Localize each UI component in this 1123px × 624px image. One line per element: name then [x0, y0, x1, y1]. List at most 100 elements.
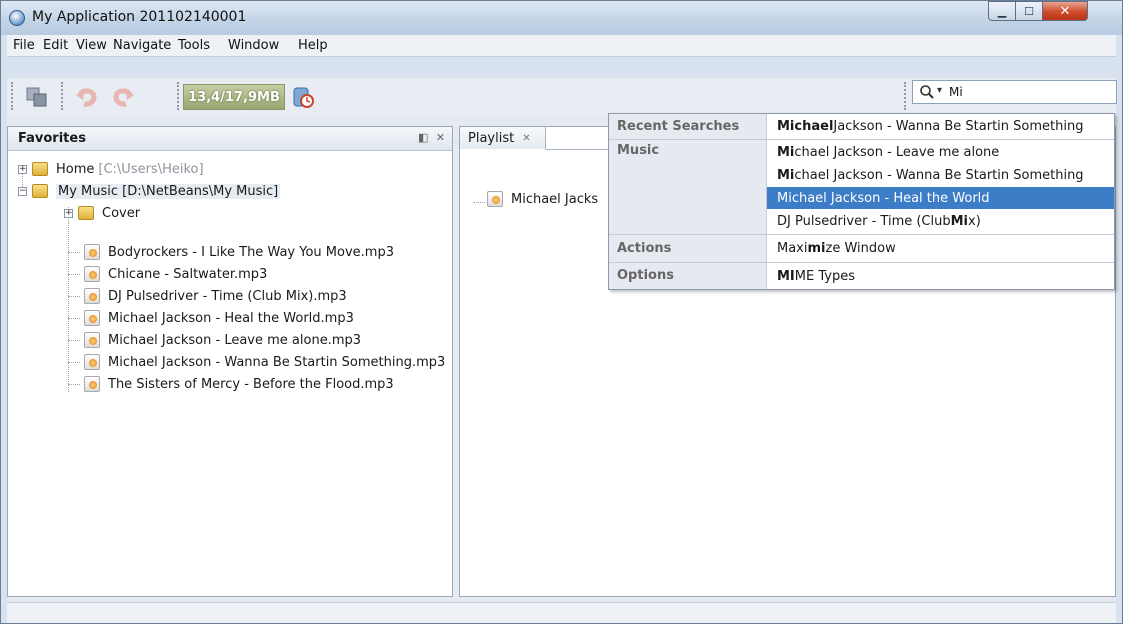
audio-file-icon: [84, 244, 100, 260]
result-text: Maxi: [777, 240, 808, 256]
toolbar-grip[interactable]: [177, 82, 182, 110]
collapse-toggle[interactable]: −: [18, 187, 27, 196]
match-text: Mi: [777, 167, 795, 183]
result-text: DJ Pulsedriver - Time (Club: [777, 213, 951, 229]
result-text: ME Types: [794, 268, 855, 284]
favorites-panel: Favorites ◧ ✕ + Home [C:\Users\Heiko] − …: [7, 126, 453, 597]
tree-connector: [68, 252, 80, 253]
menu-navigate[interactable]: Navigate: [113, 38, 171, 53]
tree-item-label: Home: [56, 161, 95, 177]
memory-indicator[interactable]: 13,4/17,9MB: [183, 84, 285, 110]
category-recent-searches: Recent Searches: [609, 114, 767, 139]
minimize-button[interactable]: ▁: [988, 1, 1016, 21]
application-window: My Application 201102140001 ▁ ☐ ✕ File E…: [0, 0, 1123, 624]
result-text: Jackson - Wanna Be Startin Something: [833, 118, 1084, 134]
tree-item-label: The Sisters of Mercy - Before the Flood.…: [108, 376, 394, 392]
menu-view[interactable]: View: [76, 38, 107, 53]
result-music[interactable]: Mi chael Jackson - Leave me alone: [767, 141, 1114, 163]
expand-toggle[interactable]: +: [18, 165, 27, 174]
result-recent-search[interactable]: Michael Jackson - Wanna Be Startin Somet…: [767, 115, 1114, 137]
result-text: chael Jackson - Heal the World: [791, 190, 990, 206]
tree-item-label: Michael Jackson - Heal the World.mp3: [108, 310, 354, 326]
playlist-item[interactable]: Michael Jacks: [487, 191, 598, 207]
match-text: Mi: [950, 213, 969, 229]
cut-paste-button[interactable]: [21, 81, 53, 113]
tree-item-path: [C:\Users\Heiko]: [98, 161, 204, 177]
tree-connector: [68, 296, 80, 297]
undo-icon: [76, 88, 97, 107]
close-icon: ✕: [1059, 3, 1071, 19]
tree-connector: [473, 202, 485, 203]
tree-item-file[interactable]: Michael Jackson - Heal the World.mp3: [84, 307, 354, 329]
minimize-panel-icon[interactable]: ◧: [418, 131, 428, 144]
tab-playlist[interactable]: Playlist ✕: [460, 127, 546, 150]
tree-item-file[interactable]: Bodyrockers - I Like The Way You Move.mp…: [84, 241, 394, 263]
result-option[interactable]: MI ME Types: [767, 265, 1114, 287]
favorites-header: Favorites ◧ ✕: [8, 127, 452, 151]
close-panel-icon[interactable]: ✕: [436, 131, 445, 144]
tree-item-file[interactable]: The Sisters of Mercy - Before the Flood.…: [84, 373, 394, 395]
toolbar-grip[interactable]: [61, 82, 66, 110]
status-bar: [7, 602, 1116, 623]
result-music-selected[interactable]: Mi chael Jackson - Heal the World: [767, 187, 1114, 209]
toolbar-grip[interactable]: [904, 82, 909, 110]
tree-item-label: Chicane - Saltwater.mp3: [108, 266, 268, 282]
folder-icon: [78, 206, 94, 220]
quick-search-results: Recent Searches Michael Jackson - Wanna …: [608, 113, 1115, 290]
tree-connector: [68, 318, 80, 319]
match-text: Mi: [777, 144, 795, 160]
menu-window[interactable]: Window: [228, 38, 279, 53]
close-tab-icon[interactable]: ✕: [522, 133, 530, 144]
garbage-collect-icon: [293, 87, 314, 108]
cut-paste-icon: [26, 87, 47, 107]
tab-label: Playlist: [468, 130, 515, 146]
menu-help[interactable]: Help: [298, 38, 328, 53]
audio-file-icon: [84, 266, 100, 282]
tree-item-cover[interactable]: Cover: [78, 202, 140, 224]
tree-item-label: Michael Jackson - Wanna Be Startin Somet…: [108, 354, 446, 370]
result-action[interactable]: Maxi mi ze Window: [767, 237, 1114, 259]
garbage-collect-button[interactable]: [287, 81, 319, 113]
tree-item-label: DJ Pulsedriver - Time (Club Mix).mp3: [108, 288, 347, 304]
tree-item-label: Cover: [102, 205, 141, 221]
result-music[interactable]: Mi chael Jackson - Wanna Be Startin Somet…: [767, 164, 1114, 186]
window-title: My Application 201102140001: [32, 9, 247, 25]
tree-item-my-music[interactable]: My Music [D:\NetBeans\My Music]: [32, 180, 281, 202]
close-button[interactable]: ✕: [1042, 1, 1088, 21]
maximize-button[interactable]: ☐: [1015, 1, 1043, 21]
menu-bar: File Edit View Navigate Tools Window Hel…: [7, 35, 1116, 57]
result-text: chael Jackson - Leave me alone: [794, 144, 1000, 160]
match-text: MI: [777, 268, 795, 284]
menu-file[interactable]: File: [13, 38, 35, 53]
folder-icon: [32, 184, 48, 198]
result-text: x): [968, 213, 981, 229]
tree-item-file[interactable]: DJ Pulsedriver - Time (Club Mix).mp3: [84, 285, 347, 307]
tree-item-label: My Music [D:\NetBeans\My Music]: [56, 183, 281, 199]
quick-search-input[interactable]: ▾ Mi: [912, 80, 1117, 104]
category-actions: Actions: [609, 235, 767, 262]
result-text: chael Jackson - Wanna Be Startin Somethi…: [794, 167, 1084, 183]
menu-edit[interactable]: Edit: [43, 38, 68, 53]
tree-item-file[interactable]: Michael Jackson - Wanna Be Startin Somet…: [84, 351, 445, 373]
redo-button[interactable]: [107, 81, 139, 113]
result-music[interactable]: DJ Pulsedriver - Time (Club Mi x): [767, 210, 1114, 232]
tree-item-label: Michael Jackson - Leave me alone.mp3: [108, 332, 362, 348]
chevron-down-icon: ▾: [937, 85, 943, 96]
tree-item-file[interactable]: Chicane - Saltwater.mp3: [84, 263, 267, 285]
toolbar-grip[interactable]: [11, 82, 16, 110]
match-text: Mi: [777, 190, 792, 206]
category-options: Options: [609, 263, 767, 289]
tree-connector: [68, 362, 80, 363]
search-value: Mi: [949, 85, 963, 99]
tree-connector: [68, 274, 80, 275]
favorites-title: Favorites: [18, 131, 86, 146]
undo-button[interactable]: [71, 81, 103, 113]
menu-tools[interactable]: Tools: [178, 38, 210, 53]
audio-file-icon: [84, 288, 100, 304]
redo-icon: [113, 88, 134, 107]
tree-item-home[interactable]: Home [C:\Users\Heiko]: [32, 158, 204, 180]
panel-controls: ◧ ✕: [418, 131, 445, 144]
tree-item-file[interactable]: Michael Jackson - Leave me alone.mp3: [84, 329, 361, 351]
expand-toggle[interactable]: +: [64, 209, 73, 218]
title-bar: My Application 201102140001 ▁ ☐ ✕: [1, 1, 1122, 35]
